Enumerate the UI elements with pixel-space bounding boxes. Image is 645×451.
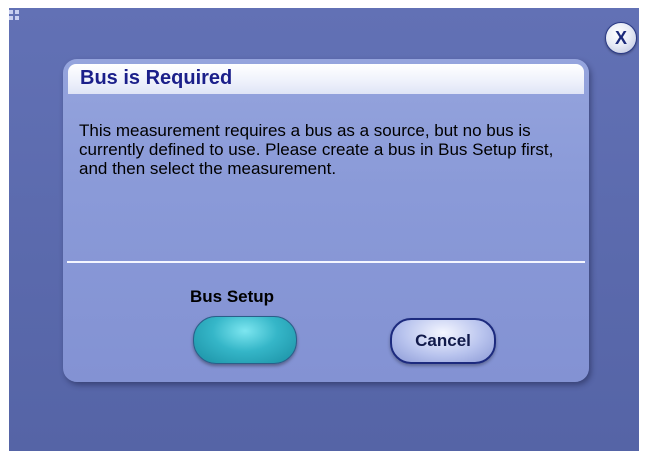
close-icon: X — [614, 27, 627, 48]
close-button[interactable]: X — [605, 22, 637, 54]
bus-setup-label: Bus Setup — [190, 287, 275, 306]
dialog-title: Bus is Required — [80, 67, 233, 89]
bus-setup-button[interactable] — [193, 316, 297, 364]
bus-required-dialog: Bus is Required This measurement require… — [63, 59, 589, 382]
app-window: X Bus is Required This measurement requi… — [9, 8, 639, 451]
cancel-button[interactable]: Cancel — [390, 318, 496, 364]
dialog-divider — [67, 261, 585, 263]
cancel-button-label: Cancel — [415, 331, 471, 350]
dialog-message: This measurement requires a bus as a sou… — [79, 121, 554, 178]
window-grip-icon — [9, 10, 25, 24]
dialog-header: Bus is Required — [68, 64, 584, 94]
